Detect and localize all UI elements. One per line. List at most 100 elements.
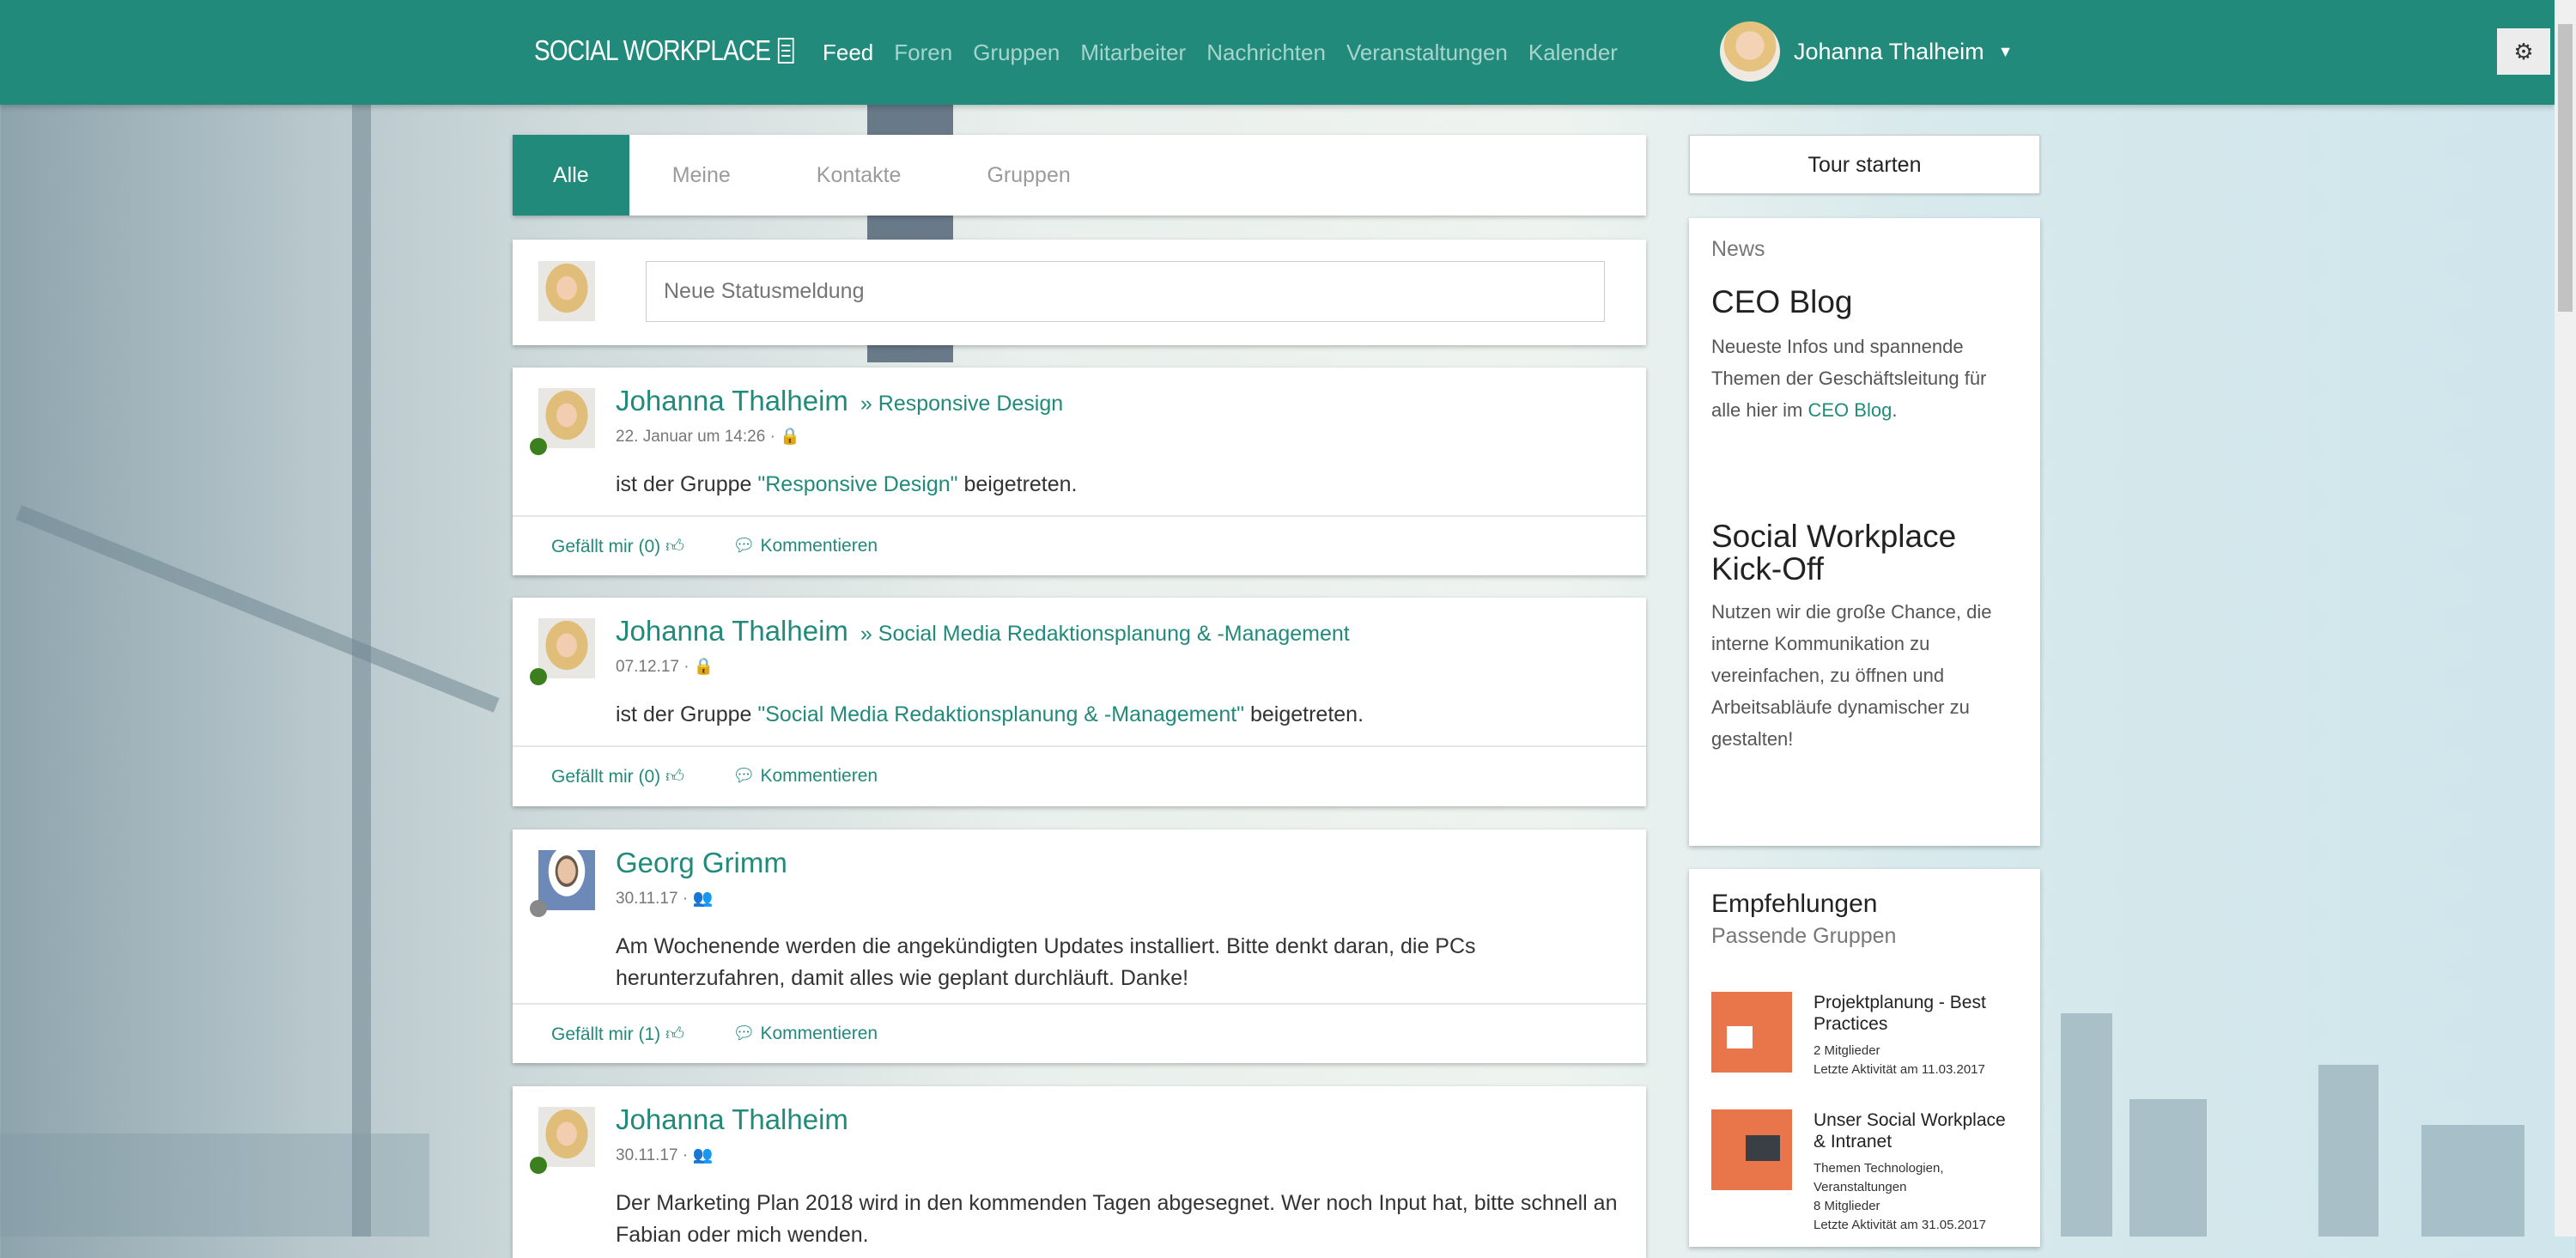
post-text: ist der Gruppe <box>616 702 758 726</box>
group-members: 2 Mitglieder <box>1814 1043 1880 1058</box>
recommendations-subtitle: Passende Gruppen <box>1711 924 1897 948</box>
news-title[interactable]: Social Workplace Kick-Off <box>1711 520 2018 586</box>
post-actions: Gefällt mir (0) 👍︎ 💬︎ Kommentieren <box>513 515 1646 575</box>
avatar <box>1720 21 1780 82</box>
tab-kontakte[interactable]: Kontakte <box>774 135 945 216</box>
top-navbar: SOCIAL WORKPLACE Feed Foren Gruppen Mita… <box>0 0 2555 105</box>
post-author[interactable]: Johanna Thalheim <box>616 385 848 416</box>
status-input[interactable] <box>646 261 1605 322</box>
nav-kalender[interactable]: Kalender <box>1528 40 1618 66</box>
group-link[interactable]: "Social Media Redaktionsplanung & -Manag… <box>757 702 1244 726</box>
comment-button[interactable]: 💬︎ Kommentieren <box>732 536 878 556</box>
post-date: 30.11.17 · <box>616 1146 689 1164</box>
thumbs-up-icon: 👍︎ <box>665 537 684 556</box>
news-label: News <box>1711 237 1765 261</box>
users-icon: 👥 <box>692 1146 714 1164</box>
settings-button[interactable]: ⚙ <box>2497 28 2550 75</box>
user-name: Johanna Thalheim <box>1794 38 1984 64</box>
avatar <box>538 261 595 321</box>
feed-post: Johanna Thalheim » Social Media Redaktion… <box>513 598 1646 806</box>
post-actions: Gefällt mir (1) 👍︎ 💬︎ Kommentieren <box>513 1003 1646 1063</box>
tab-alle[interactable]: Alle <box>513 135 629 216</box>
group-name[interactable]: Projektplanung - Best Practices <box>1814 992 2011 1035</box>
feed-tabs: Alle Meine Kontakte Gruppen <box>513 135 1646 216</box>
recommendations-title: Empfehlungen <box>1711 890 1878 918</box>
background-decoration <box>2421 1125 2524 1237</box>
tab-meine[interactable]: Meine <box>629 135 774 216</box>
post-author[interactable]: Johanna Thalheim <box>616 1103 848 1135</box>
online-indicator <box>530 1157 547 1174</box>
caret-down-icon: ▼ <box>1997 42 2014 60</box>
online-indicator <box>530 438 547 455</box>
post-group-link[interactable]: » Responsive Design <box>860 392 1063 416</box>
recommendations-widget: Empfehlungen Passende Gruppen Projektpla… <box>1689 869 2040 1247</box>
thumbs-up-icon: 👍︎ <box>665 767 684 787</box>
like-button[interactable]: Gefällt mir (0) 👍︎ <box>551 535 684 557</box>
nav-foren[interactable]: Foren <box>894 40 952 66</box>
nav-veranstaltungen[interactable]: Veranstaltungen <box>1346 40 1508 66</box>
news-text: . <box>1892 399 1898 421</box>
avatar <box>538 850 595 910</box>
ceo-blog-link[interactable]: CEO Blog <box>1807 399 1892 421</box>
post-author[interactable]: Georg Grimm <box>616 847 787 878</box>
background-decoration <box>15 505 500 713</box>
tour-start-button[interactable]: Tour starten <box>1689 135 2040 194</box>
post-actions: Gefällt mir (0) 👍︎ 💬︎ Kommentieren <box>513 745 1646 805</box>
main-nav: Feed Foren Gruppen Mitarbeiter Nachricht… <box>823 40 1618 66</box>
thumbs-up-icon: 👍︎ <box>665 1024 684 1044</box>
group-members: 8 Mitglieder <box>1814 1199 1880 1213</box>
news-title[interactable]: CEO Blog <box>1711 284 2018 320</box>
news-widget: News CEO Blog Neueste Infos und spannend… <box>1689 218 2040 846</box>
logo-text: SOCIAL WORKPLACE <box>534 34 771 66</box>
like-button[interactable]: Gefällt mir (0) 👍︎ <box>551 765 684 787</box>
group-topics: Themen Technologien, Veranstaltungen <box>1814 1161 1944 1194</box>
lock-icon: 🔒 <box>693 658 714 676</box>
like-button[interactable]: Gefällt mir (1) 👍︎ <box>551 1023 684 1045</box>
scrollbar[interactable] <box>2555 0 2576 1237</box>
post-text: beigetreten. <box>1244 702 1364 726</box>
post-text: Am Wochenende werden die angekündigten U… <box>616 934 1476 990</box>
group-name[interactable]: Unser Social Workplace & Intranet <box>1814 1109 2011 1152</box>
post-text: ist der Gruppe <box>616 472 758 496</box>
comment-icon: 💬︎ <box>732 536 756 556</box>
background-decoration <box>2318 1065 2379 1237</box>
comment-button[interactable]: 💬︎ Kommentieren <box>732 1024 878 1044</box>
group-recommendation[interactable]: Unser Social Workplace & Intranet Themen… <box>1711 1109 2040 1235</box>
online-indicator <box>530 668 547 685</box>
logo-document-icon <box>777 38 794 64</box>
post-text: beigetreten. <box>957 472 1078 496</box>
background-decoration <box>2061 1013 2112 1237</box>
scrollbar-thumb[interactable] <box>2558 24 2573 312</box>
background-decoration <box>0 1133 429 1237</box>
group-link[interactable]: "Responsive Design" <box>757 472 957 496</box>
avatar <box>538 618 595 678</box>
background-decoration <box>352 105 371 1237</box>
user-menu[interactable]: Johanna Thalheim ▼ <box>1720 21 2013 82</box>
comment-button[interactable]: 💬︎ Kommentieren <box>732 766 878 787</box>
avatar <box>538 388 595 448</box>
tab-gruppen[interactable]: Gruppen <box>944 135 1113 216</box>
offline-indicator <box>530 900 547 917</box>
post-date: 30.11.17 · <box>616 890 689 908</box>
background-decoration <box>2129 1099 2207 1237</box>
gears-icon: ⚙ <box>2513 38 2534 64</box>
nav-nachrichten[interactable]: Nachrichten <box>1206 40 1326 66</box>
nav-feed[interactable]: Feed <box>823 40 873 66</box>
post-group-link[interactable]: » Social Media Redaktionsplanung & -Mana… <box>860 622 1350 646</box>
post-author[interactable]: Johanna Thalheim <box>616 615 848 647</box>
group-recommendation[interactable]: Projektplanung - Best Practices 2 Mitgli… <box>1711 992 2011 1079</box>
comment-icon: 💬︎ <box>732 1024 756 1043</box>
logo[interactable]: SOCIAL WORKPLACE <box>534 34 794 67</box>
group-activity: Letzte Aktivität am 31.05.2017 <box>1814 1218 1986 1232</box>
nav-gruppen[interactable]: Gruppen <box>973 40 1060 66</box>
group-thumbnail <box>1711 1109 1792 1190</box>
news-text: Nutzen wir die große Chance, die interne… <box>1711 601 1992 750</box>
post-date: 22. Januar um 14:26 · <box>616 428 775 446</box>
nav-mitarbeiter[interactable]: Mitarbeiter <box>1080 40 1186 66</box>
avatar <box>538 1107 595 1167</box>
post-text: Der Marketing Plan 2018 wird in den komm… <box>616 1191 1618 1247</box>
group-thumbnail <box>1711 992 1792 1073</box>
post-date: 07.12.17 · <box>616 658 690 676</box>
users-icon: 👥 <box>692 890 714 908</box>
status-composer <box>513 240 1646 345</box>
